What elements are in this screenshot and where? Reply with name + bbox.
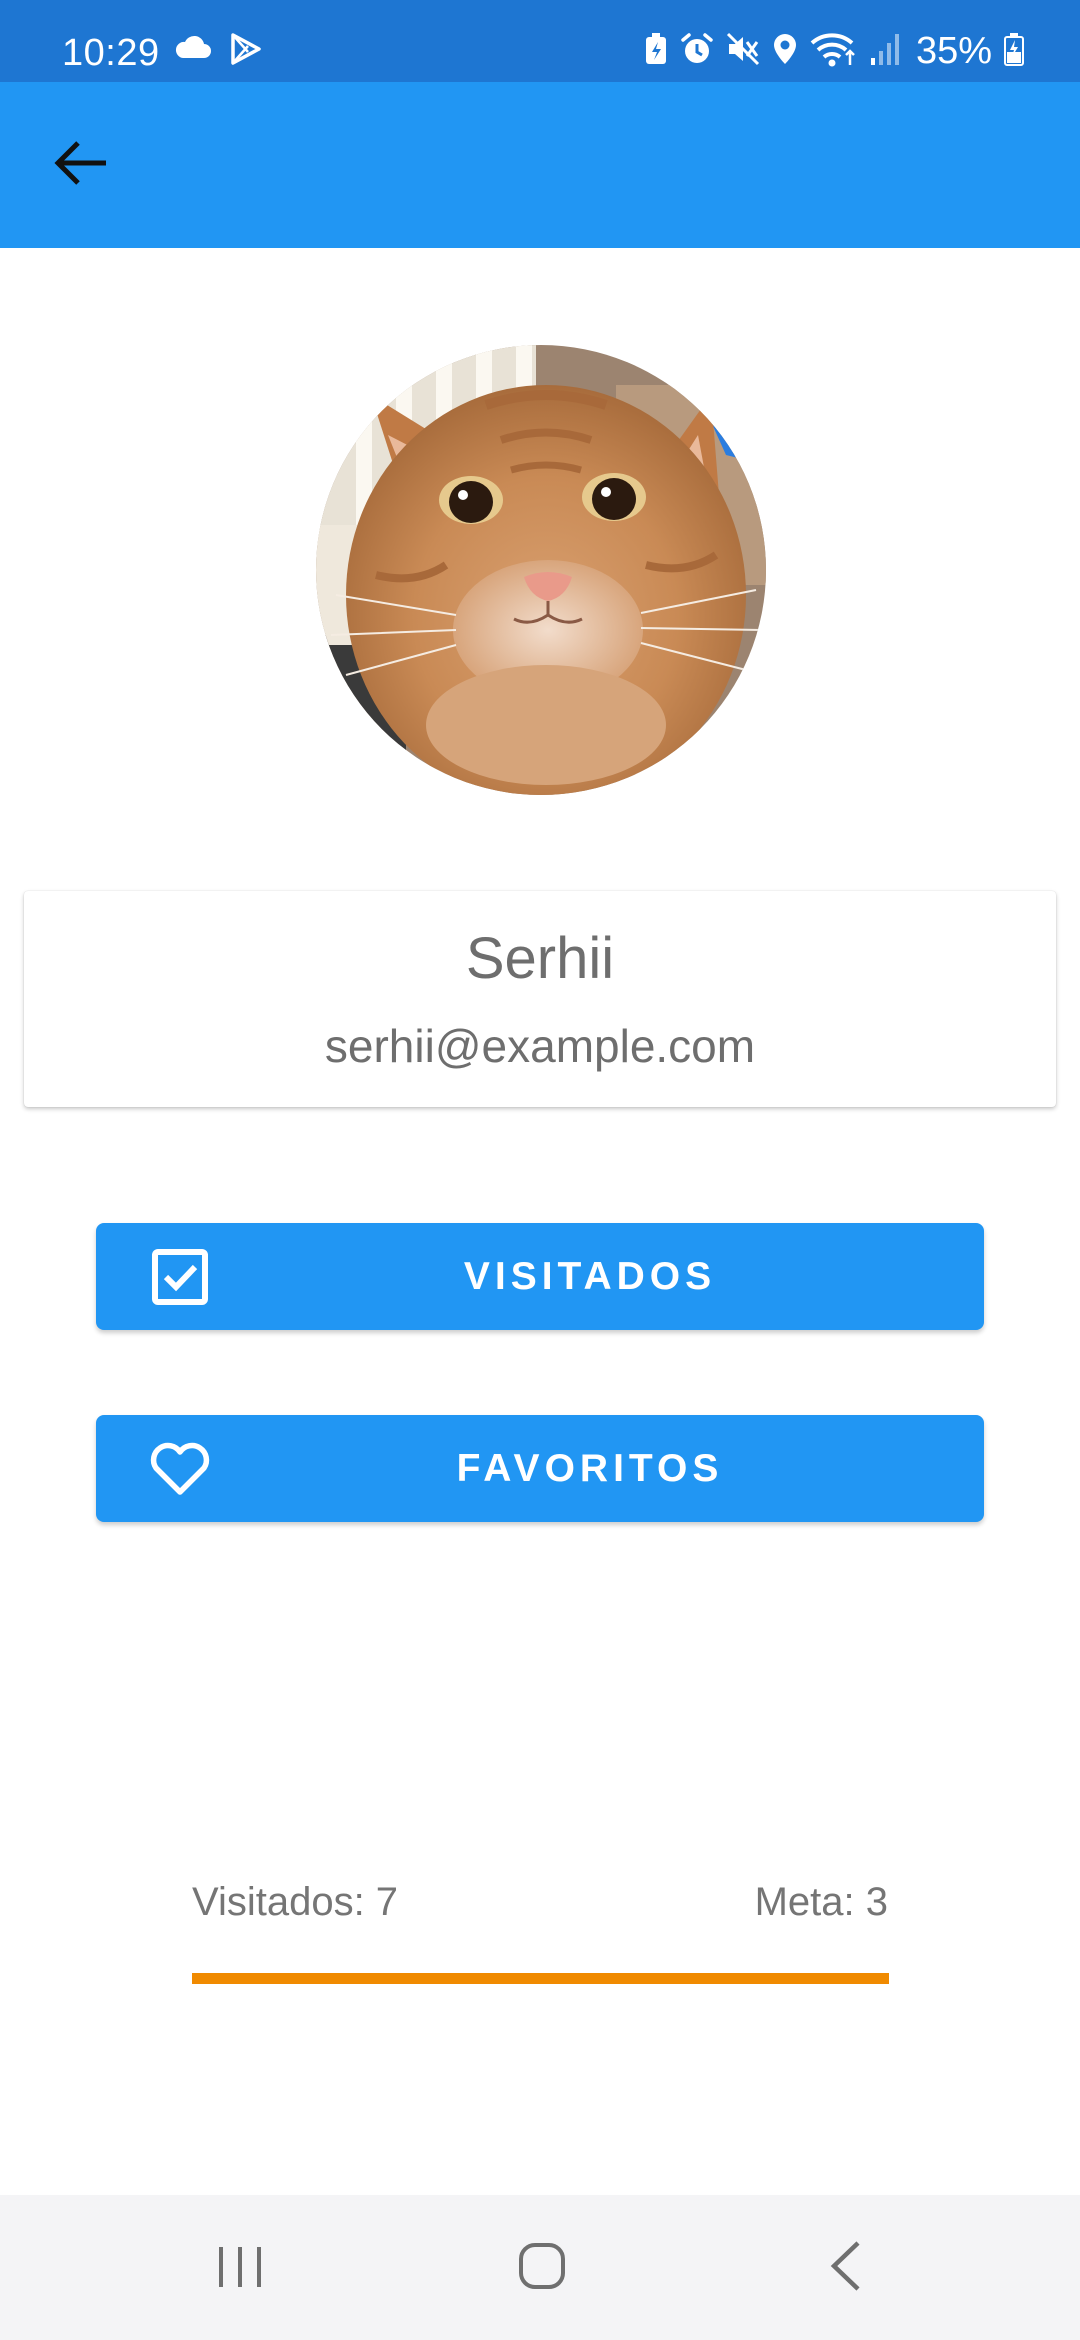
status-time: 10:29 bbox=[62, 32, 160, 74]
system-nav-bar bbox=[0, 2195, 1080, 2340]
arrow-back-icon bbox=[54, 139, 110, 192]
battery-icon bbox=[1004, 32, 1024, 71]
mute-icon bbox=[726, 32, 760, 71]
status-left-icons bbox=[174, 32, 262, 71]
cloud-icon bbox=[174, 32, 212, 71]
goal-count: Meta: 3 bbox=[754, 1880, 888, 1924]
status-bar: 10:29 35% bbox=[0, 0, 1080, 82]
battery-percent: 35% bbox=[915, 30, 992, 72]
recents-button[interactable] bbox=[200, 2235, 280, 2301]
alarm-icon bbox=[680, 32, 714, 71]
avatar bbox=[316, 345, 766, 795]
home-icon bbox=[517, 2241, 567, 2296]
profile-card: Serhii serhii@example.com bbox=[24, 891, 1056, 1107]
status-right-icons: 35% bbox=[644, 30, 1024, 72]
visitados-button[interactable]: VISITADOS bbox=[96, 1223, 984, 1330]
location-icon bbox=[772, 32, 798, 71]
favoritos-label: FAVORITOS bbox=[456, 1447, 724, 1490]
recents-icon bbox=[215, 2241, 265, 2296]
back-nav-button[interactable] bbox=[806, 2235, 886, 2301]
profile-name: Serhii bbox=[465, 926, 615, 991]
home-button[interactable] bbox=[502, 2235, 582, 2301]
signal-icon bbox=[870, 32, 900, 71]
wifi-icon bbox=[810, 31, 858, 72]
profile-email: serhii@example.com bbox=[324, 1020, 756, 1072]
favoritos-button[interactable]: FAVORITOS bbox=[96, 1415, 984, 1522]
play-store-icon bbox=[228, 32, 262, 71]
app-bar bbox=[0, 82, 1080, 248]
goal-progress-bar bbox=[192, 1973, 889, 1984]
back-icon bbox=[826, 2239, 866, 2298]
cat-photo bbox=[316, 345, 766, 795]
visitados-label: VISITADOS bbox=[463, 1255, 717, 1298]
goal-progress-fill bbox=[192, 1973, 889, 1984]
battery-saver-icon bbox=[644, 32, 668, 71]
back-button[interactable] bbox=[44, 127, 120, 203]
visited-count: Visitados: 7 bbox=[192, 1880, 399, 1924]
